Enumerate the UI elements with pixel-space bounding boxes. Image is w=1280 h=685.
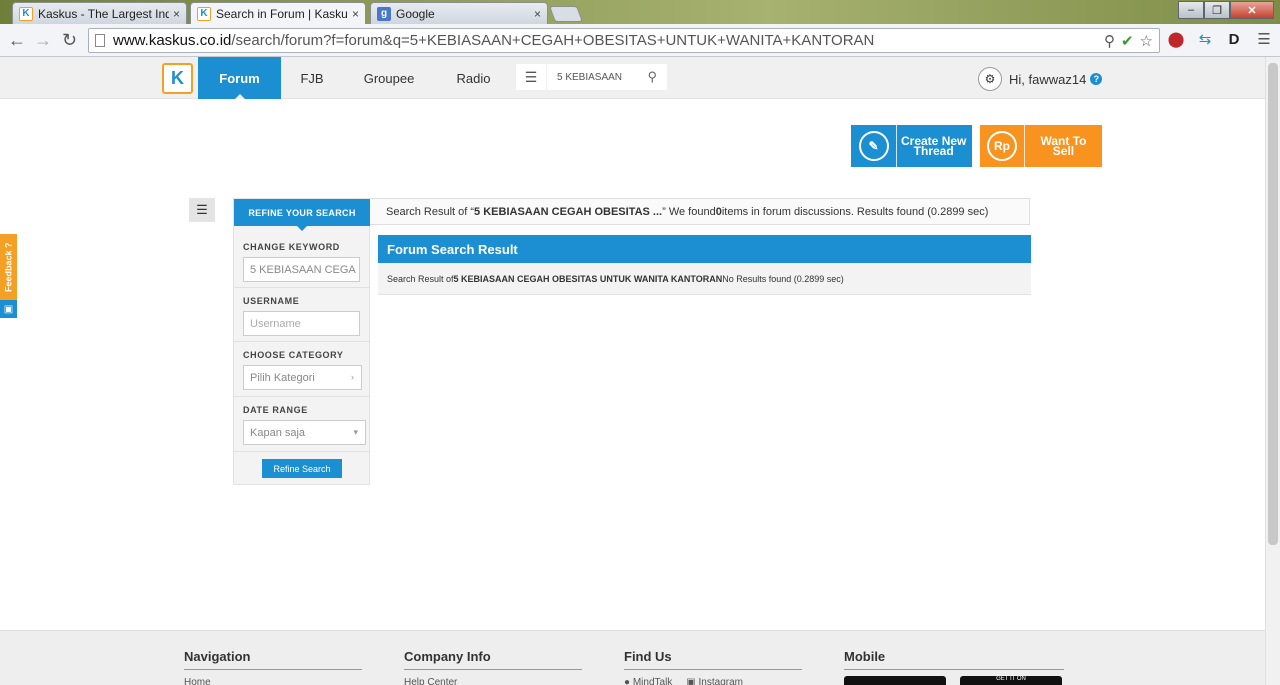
category-select[interactable]: Pilih Kategori › [243,365,362,390]
keyword-label: CHANGE KEYWORD [243,242,340,252]
reload-icon[interactable]: ↻ [62,30,77,50]
zoom-icon[interactable]: ⚲ [1104,32,1115,50]
footer-link-mindtalk[interactable]: ● MindTalk [624,677,672,685]
menu-hamburger-icon[interactable]: ☰ [516,64,546,90]
app-store-badge[interactable] [844,676,946,685]
kaskus-favicon-icon: K [19,6,33,21]
forum-search-result-message: Search Result of 5 KEBIASAAN CEGAH OBESI… [378,263,1031,295]
tab-title: Google [396,6,435,21]
browser-tab-google[interactable]: g Google × [370,2,548,24]
header-search-input[interactable]: 5 KEBIASAAN ⚲ [547,64,667,90]
footer-link-home[interactable]: Home [184,677,362,685]
forum-search-result-title: Forum Search Result [378,235,1031,263]
d-extension-icon[interactable]: D [1224,29,1244,49]
maximize-icon[interactable]: ❐ [1204,1,1230,19]
browser-tab-search-forum[interactable]: K Search in Forum | Kaskus × [190,2,366,24]
page-icon [95,34,105,47]
site-header: K Forum FJB Groupee Radio ☰ 5 KEBIASAAN … [0,57,1280,99]
date-range-group: DATE RANGE Kapan saja ▾ [234,397,370,452]
search-icon[interactable]: ⚲ [647,69,657,85]
category-label: CHOOSE CATEGORY [243,350,344,360]
close-window-icon[interactable]: ✕ [1230,1,1274,19]
browser-toolbar: ← → ↻ www.kaskus.co.id/search/forum?f=fo… [0,24,1280,57]
refine-search-sidebar: REFINE YOUR SEARCH CHANGE KEYWORD 5 KEBI… [233,198,370,485]
kaskus-favicon-icon: K [197,6,211,21]
footer-heading: Navigation [184,649,362,670]
close-tab-icon[interactable]: × [352,7,359,21]
username-input[interactable]: Username [243,311,360,336]
user-menu[interactable]: ⚙ Hi, fawwaz14 ? [978,67,1103,91]
avatar: ⚙ [978,67,1002,91]
tab-title: Kaskus - The Largest Indo [38,6,169,21]
adblock-extension-icon[interactable]: ⬤ [1166,29,1186,49]
username-group: USERNAME Username [234,288,370,342]
close-tab-icon[interactable]: × [534,7,541,21]
want-to-sell-button[interactable]: Rp Want To Sell [980,125,1102,167]
refine-search-button[interactable]: Refine Search [262,459,342,478]
window-controls: – ❐ ✕ [1178,1,1274,19]
kaskus-logo[interactable]: K [162,63,193,94]
verified-icon[interactable]: ✔ [1121,32,1134,50]
forward-arrow-icon[interactable]: → [34,30,52,50]
pencil-icon: ✎ [858,131,889,161]
footer-heading: Find Us [624,649,802,670]
keyword-input[interactable]: 5 KEBIASAAN CEGA [243,257,360,282]
new-tab-button[interactable] [549,6,583,22]
feedback-tab[interactable]: Feedback ? [0,234,17,300]
nav-forum[interactable]: Forum [198,57,281,99]
footer-find-us: Find Us ● MindTalk ▣ Instagram [624,649,802,685]
nav-radio[interactable]: Radio [448,57,499,99]
category-group: CHOOSE CATEGORY Pilih Kategori › [234,342,370,397]
footer-heading: Company Info [404,649,582,670]
date-range-label: DATE RANGE [243,405,308,415]
chevron-down-icon: ▾ [353,427,358,437]
browser-tab-kaskus-home[interactable]: K Kaskus - The Largest Indo × [12,2,187,24]
footer-company-info: Company Info Help Center [404,649,582,685]
user-greeting: Hi, fawwaz14 [1009,71,1087,87]
url-text: www.kaskus.co.id/search/forum?f=forum&q=… [113,32,875,49]
browser-titlebar: K Kaskus - The Largest Indo × K Search i… [0,0,1280,24]
bookmark-star-icon[interactable]: ☆ [1140,32,1153,50]
omnibox-icons: ⚲ ✔ ☆ [1104,32,1153,50]
rupiah-icon: Rp [986,131,1017,161]
chrome-menu-icon[interactable]: ☰ [1254,29,1274,49]
footer-navigation: Navigation Home [184,649,362,685]
tab-title: Search in Forum | Kaskus [216,6,348,21]
footer-heading: Mobile [844,649,1064,670]
footer-link-instagram[interactable]: ▣ Instagram [686,677,743,685]
close-tab-icon[interactable]: × [173,7,180,21]
back-arrow-icon[interactable]: ← [8,30,26,50]
nav-fjb[interactable]: FJB [292,57,332,99]
google-favicon-icon: g [377,6,391,21]
footer-mobile: Mobile GET IT ON [844,649,1064,685]
google-play-badge[interactable]: GET IT ON [960,676,1062,685]
nav-groupee[interactable]: Groupee [355,57,423,99]
footer-link-help-center[interactable]: Help Center [404,677,582,685]
refine-search-tab[interactable]: REFINE YOUR SEARCH [234,199,370,231]
search-summary: Search Result of “5 KEBIASAAN CEGAH OBES… [370,198,1030,225]
site-footer: Navigation Home Company Info Help Center… [0,630,1265,685]
create-new-thread-button[interactable]: ✎ Create New Thread [851,125,972,167]
page-scrollbar[interactable] [1265,57,1280,685]
sync-extension-icon[interactable]: ⇆ [1195,29,1215,49]
minimize-icon[interactable]: – [1178,1,1204,19]
filter-toggle-icon[interactable]: ☰ [189,198,215,222]
scrollbar-thumb[interactable] [1268,63,1278,545]
chevron-right-icon: › [351,372,354,382]
date-range-select[interactable]: Kapan saja ▾ [243,420,366,445]
feedback-icon[interactable]: ▣ [0,300,17,318]
keyword-group: CHANGE KEYWORD 5 KEBIASAAN CEGA [234,234,370,288]
address-bar[interactable]: www.kaskus.co.id/search/forum?f=forum&q=… [88,28,1160,53]
help-icon[interactable]: ? [1090,73,1103,85]
username-label: USERNAME [243,296,300,306]
